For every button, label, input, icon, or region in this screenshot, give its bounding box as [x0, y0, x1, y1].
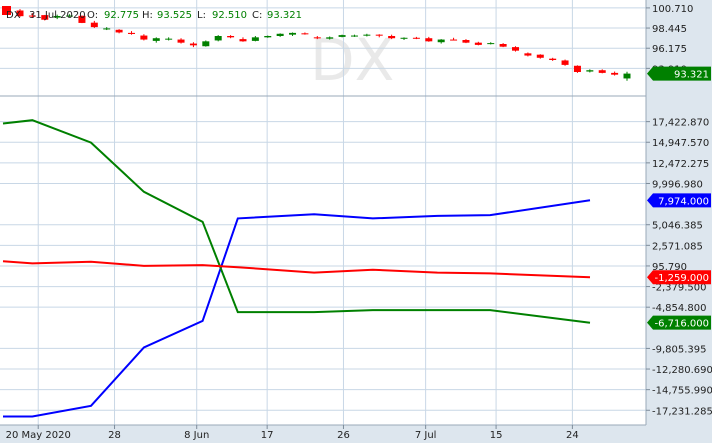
candle-body-24	[313, 37, 321, 39]
badge-blue: 7,974.000	[647, 193, 711, 208]
candle-body-44	[561, 60, 569, 65]
candle-body-25	[326, 37, 334, 39]
legend-date: 31 Jul 2020	[29, 10, 86, 21]
candle-body-49	[623, 73, 631, 79]
lower-tick-label-10: -12,280.690	[652, 365, 712, 376]
candle-body-39	[499, 44, 507, 47]
lower-tick-label-5: 2,571.085	[652, 241, 703, 252]
badge-red-text: -1,259.000	[654, 273, 709, 284]
legend-open-label: O:	[87, 10, 98, 21]
badge-red: -1,259.000	[647, 270, 711, 285]
candle-body-31	[400, 37, 408, 39]
x-tick-label-7: 24	[566, 430, 579, 441]
candle-body-35	[450, 39, 458, 41]
candle-body-12	[165, 38, 173, 40]
candle-body-43	[549, 58, 557, 60]
lower-y-axis: 17,422.870 14,947.570 12,472.275 9,996.980 5…	[646, 118, 712, 417]
candle-body-27	[350, 35, 358, 37]
lower-tick-label-12: -17,231.285	[652, 406, 712, 417]
badge-blue-text: 7,974.000	[658, 196, 709, 207]
candle-44	[561, 59, 569, 66]
candle-body-16	[214, 36, 222, 41]
candle-15	[202, 40, 210, 47]
candle-body-28	[363, 34, 371, 36]
lower-tick-label-9: -9,805.395	[652, 344, 707, 355]
upper-y-axis: 100.71098.44596.17593.910	[646, 4, 693, 75]
candle-body-7	[103, 28, 111, 30]
lower-tick-label-4: 5,046.385	[652, 221, 703, 232]
candle-body-21	[276, 33, 284, 36]
candle-45	[573, 65, 581, 73]
legend-low-value: 92.510	[212, 10, 247, 21]
lower-tick-label-11: -14,755.990	[652, 386, 712, 397]
candle-body-46	[586, 70, 594, 72]
candle-body-13	[177, 39, 185, 43]
candle-body-20	[264, 36, 272, 38]
x-tick-label-4: 26	[337, 430, 350, 441]
badge-green-text: -6,716.000	[654, 319, 709, 330]
candle-body-6	[90, 22, 98, 28]
candle-body-17	[227, 36, 235, 38]
candle-body-18	[239, 39, 247, 42]
candle-body-36	[462, 40, 470, 43]
lower-tick-label-1: 14,947.570	[652, 138, 709, 149]
legend-low-label: L:	[197, 10, 206, 21]
badge-dx-close-text: 93.321	[674, 70, 709, 81]
candle-body-32	[412, 37, 420, 39]
legend-symbol: DX	[6, 10, 21, 21]
legend-open-value: 92.775	[104, 10, 139, 21]
candle-body-26	[338, 35, 346, 37]
candle-body-33	[425, 38, 433, 42]
candle-body-34	[437, 39, 445, 43]
legend-high-label: H:	[142, 10, 153, 21]
candle-body-48	[611, 72, 619, 75]
candle-body-10	[140, 35, 148, 40]
x-tick-label-2: 8 Jun	[184, 430, 209, 441]
lower-tick-label-2: 12,472.275	[652, 159, 709, 170]
legend-high-value: 93.525	[157, 10, 192, 21]
upper-tick-label-2: 96.175	[652, 44, 687, 55]
x-tick-label-1: 28	[108, 430, 121, 441]
legend-close-value: 93.321	[267, 10, 302, 21]
x-tick-label-0: 20 May 2020	[6, 430, 71, 441]
upper-tick-label-0: 100.710	[652, 4, 693, 15]
x-tick-label-5: 7 Jul	[415, 430, 437, 441]
lower-tick-label-8: -4,854.800	[652, 303, 707, 314]
candle-body-37	[474, 42, 482, 45]
candle-body-15	[202, 41, 210, 47]
candle-body-9	[127, 32, 135, 34]
candle-body-11	[152, 38, 160, 41]
lower-tick-label-3: 9,996.980	[652, 179, 703, 190]
candle-body-40	[512, 47, 520, 51]
candle-body-45	[573, 65, 581, 72]
candle-body-19	[251, 37, 259, 41]
candle-body-14	[189, 43, 197, 46]
candle-body-38	[487, 43, 495, 45]
candle-body-41	[524, 53, 532, 56]
candle-body-22	[289, 32, 297, 35]
x-tick-label-3: 17	[261, 430, 274, 441]
candle-16	[214, 35, 222, 42]
x-axis: 20 May 2020 28 8 Jun 17 26 7 Jul 15 24	[6, 425, 579, 441]
chart-frame: DX 100.71098.44596.17593.910 17,422.8701…	[0, 0, 712, 443]
candle-body-30	[388, 36, 396, 39]
upper-tick-label-1: 98.445	[652, 24, 687, 35]
candle-body-23	[301, 33, 309, 35]
lower-tick-label-0: 17,422.870	[652, 118, 709, 129]
badge-dx-close: 93.321	[647, 66, 711, 81]
candle-body-8	[115, 29, 123, 33]
badge-green: -6,716.000	[647, 315, 711, 330]
chart-svg: DX 100.71098.44596.17593.910 17,422.8701…	[0, 0, 712, 441]
candle-body-47	[598, 70, 606, 73]
x-tick-label-6: 15	[490, 430, 503, 441]
candle-body-29	[375, 34, 383, 36]
candle-body-42	[536, 54, 544, 58]
legend-close-label: C:	[252, 10, 262, 21]
